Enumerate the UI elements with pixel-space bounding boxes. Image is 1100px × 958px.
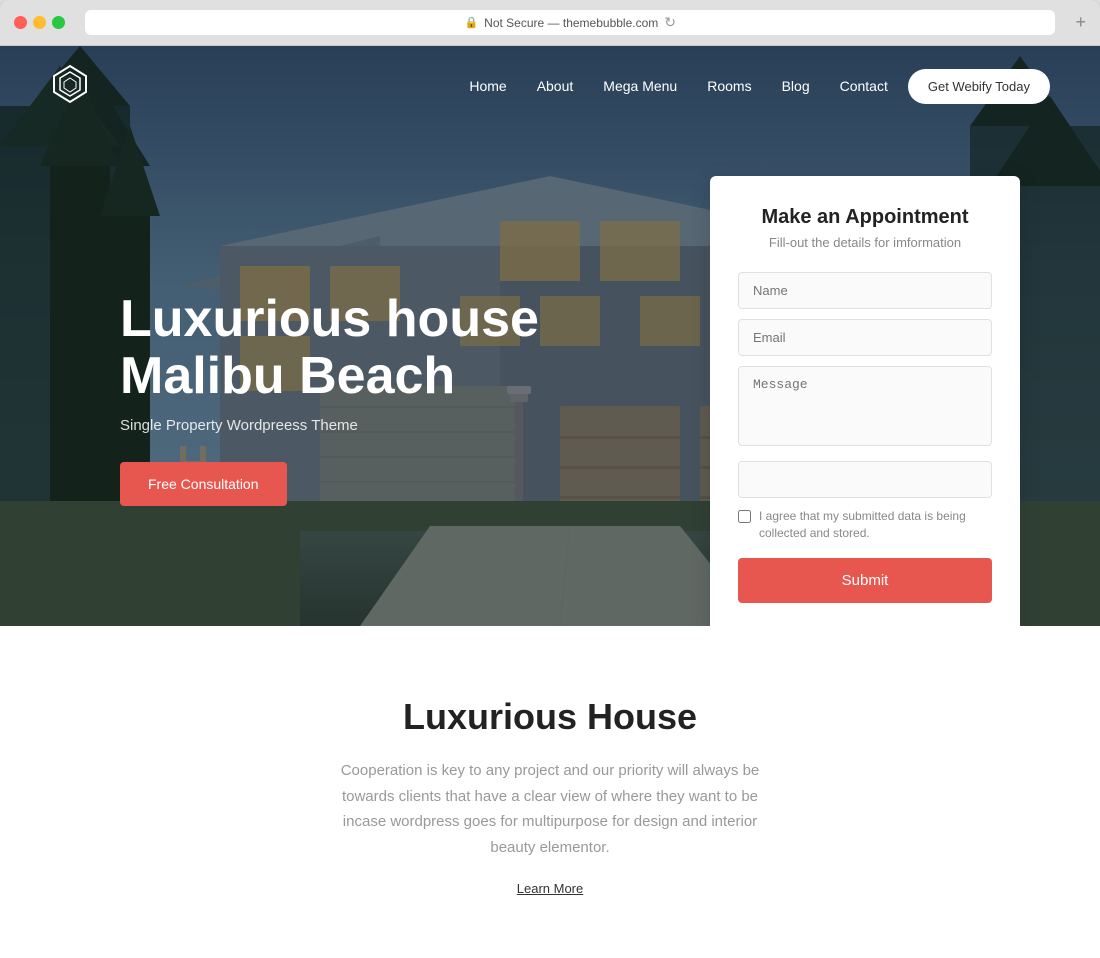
nav-mega-menu[interactable]: Mega Menu <box>603 78 677 96</box>
checkbox-group: I agree that my submitted data is being … <box>738 508 992 542</box>
form-subtitle: Fill-out the details for imformation <box>738 235 992 250</box>
nav-cta[interactable]: Get Webify Today <box>908 69 1050 104</box>
navbar: Home About Mega Menu Rooms Blog Contact … <box>0 46 1100 127</box>
browser-window: 🔒 Not Secure — themebubble.com ↻ + <box>0 0 1100 958</box>
email-field-group <box>738 319 992 356</box>
hero-content: Luxurious house Malibu Beach Single Prop… <box>120 291 539 506</box>
refresh-icon[interactable]: ↻ <box>664 14 676 31</box>
lock-icon: 🔒 <box>464 16 478 29</box>
submit-button[interactable]: Submit <box>738 558 992 603</box>
nav-links: Home About Mega Menu Rooms Blog Contact <box>469 78 888 96</box>
lower-section-description: Cooperation is key to any project and ou… <box>325 758 775 860</box>
hero-subtitle: Single Property Wordpreess Theme <box>120 417 539 434</box>
nav-home[interactable]: Home <box>469 78 506 96</box>
window-controls <box>14 16 65 29</box>
close-dot[interactable] <box>14 16 27 29</box>
get-webify-button[interactable]: Get Webify Today <box>908 69 1050 104</box>
lower-section: Luxurious House Cooperation is key to an… <box>0 626 1100 958</box>
nav-rooms[interactable]: Rooms <box>707 78 751 96</box>
checkbox-label: I agree that my submitted data is being … <box>759 508 992 542</box>
free-consultation-button[interactable]: Free Consultation <box>120 462 287 506</box>
agree-checkbox[interactable] <box>738 510 751 523</box>
message-field-group <box>738 366 992 451</box>
browser-titlebar: 🔒 Not Secure — themebubble.com ↻ + <box>0 0 1100 46</box>
form-title: Make an Appointment <box>738 206 992 229</box>
hero-section: Home About Mega Menu Rooms Blog Contact … <box>0 46 1100 626</box>
address-bar[interactable]: 🔒 Not Secure — themebubble.com ↻ <box>85 10 1055 35</box>
nav-contact[interactable]: Contact <box>840 78 888 96</box>
website-content: Home About Mega Menu Rooms Blog Contact … <box>0 46 1100 958</box>
name-input[interactable] <box>738 272 992 309</box>
nav-blog[interactable]: Blog <box>782 78 810 96</box>
url-text: Not Secure — themebubble.com <box>484 16 658 30</box>
select-field-group <box>738 461 992 498</box>
logo[interactable] <box>50 64 90 109</box>
email-input[interactable] <box>738 319 992 356</box>
maximize-dot[interactable] <box>52 16 65 29</box>
new-tab-button[interactable]: + <box>1075 12 1086 33</box>
appointment-form: Make an Appointment Fill-out the details… <box>710 176 1020 626</box>
message-input[interactable] <box>738 366 992 446</box>
minimize-dot[interactable] <box>33 16 46 29</box>
hero-title: Luxurious house Malibu Beach <box>120 291 539 405</box>
logo-icon <box>50 64 90 104</box>
appointment-select[interactable] <box>738 461 992 498</box>
nav-about[interactable]: About <box>537 78 574 96</box>
name-field-group <box>738 272 992 309</box>
lower-section-title: Luxurious House <box>50 696 1050 738</box>
